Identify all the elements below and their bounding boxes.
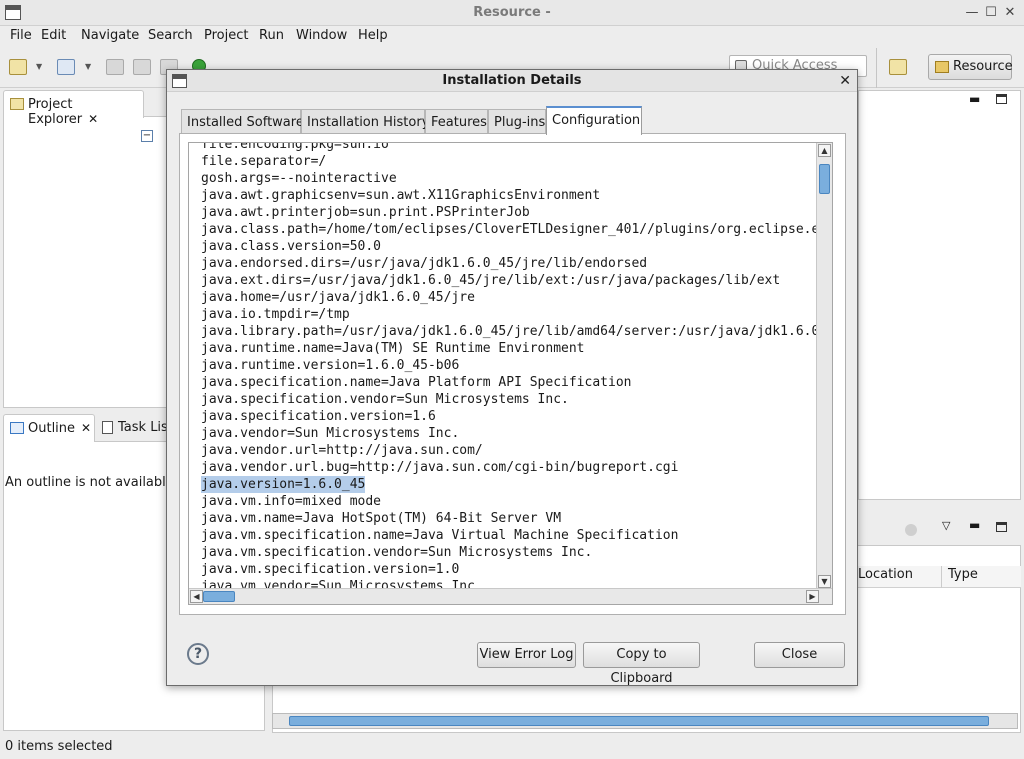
config-line: java.vm.info=mixed mode — [201, 494, 382, 509]
scroll-down-icon[interactable]: ▼ — [818, 575, 831, 588]
tab-installation-history[interactable]: Installation History — [301, 109, 429, 134]
collapse-all-icon[interactable]: − — [141, 130, 153, 142]
scroll-left-icon[interactable]: ◀ — [190, 590, 203, 603]
installation-details-dialog: Installation Details ✕ Installed Softwar… — [166, 69, 858, 686]
menu-search[interactable]: Search — [148, 28, 193, 43]
config-line: java.vm.specification.vendor=Sun Microsy… — [201, 545, 593, 560]
problems-hscrollbar[interactable] — [272, 713, 1018, 729]
tab-configuration[interactable]: Configuration — [546, 106, 642, 135]
menu-run[interactable]: Run — [259, 28, 284, 43]
help-icon[interactable]: ? — [187, 643, 209, 665]
config-line: gosh.args=--nointeractive — [201, 171, 397, 186]
config-line: java.home=/usr/java/jdk1.6.0_45/jre — [201, 290, 475, 305]
tab-task-list[interactable]: Task List — [102, 420, 173, 435]
vscroll-thumb[interactable] — [819, 164, 830, 194]
minimize-icon[interactable]: — — [963, 4, 981, 22]
config-line: java.runtime.version=1.6.0_45-b06 — [201, 358, 460, 373]
config-vscrollbar[interactable]: ▲ ▼ — [816, 143, 832, 590]
config-line: java.class.version=50.0 — [201, 239, 382, 254]
status-text: 0 items selected — [5, 739, 113, 754]
outline-icon — [10, 422, 24, 434]
minimize-view-icon[interactable]: ▬ — [969, 518, 980, 532]
column-divider — [941, 566, 942, 588]
menu-navigate[interactable]: Navigate — [81, 28, 139, 43]
close-icon[interactable]: ✕ — [1001, 4, 1019, 22]
maximize-view-icon[interactable] — [996, 522, 1007, 532]
new-dropdown-icon[interactable]: ▼ — [36, 62, 44, 78]
task-list-icon — [102, 421, 113, 434]
config-line: java.version=1.6.0_45 — [201, 476, 819, 493]
config-line: java.class.path=/home/tom/eclipses/Clove… — [201, 222, 820, 237]
maximize-view-icon[interactable] — [996, 94, 1007, 104]
hscroll-thumb[interactable] — [203, 591, 235, 602]
menu-bar: File Edit Navigate Search Project Run Wi… — [0, 26, 1024, 48]
view-menu-icon[interactable] — [905, 524, 917, 536]
config-line: java.specification.name=Java Platform AP… — [201, 375, 632, 390]
view-error-log-button[interactable]: View Error Log — [477, 642, 576, 668]
config-line: java.runtime.name=Java(TM) SE Runtime En… — [201, 341, 585, 356]
config-line: java.specification.version=1.6 — [201, 409, 436, 424]
chevron-down-icon[interactable]: ▽ — [942, 519, 950, 532]
save-all-icon[interactable] — [133, 59, 151, 75]
config-hscrollbar[interactable]: ◀ ▶ — [189, 588, 832, 604]
tab-installed-software[interactable]: Installed Software — [181, 109, 304, 134]
status-bar: 0 items selected — [0, 736, 1024, 759]
new-project-dropdown-icon[interactable]: ▼ — [85, 62, 93, 78]
config-line: java.endorsed.dirs=/usr/java/jdk1.6.0_45… — [201, 256, 648, 271]
menu-edit[interactable]: Edit — [41, 28, 66, 43]
new-icon[interactable] — [9, 59, 27, 75]
config-line: java.library.path=/usr/java/jdk1.6.0_45/… — [201, 324, 820, 339]
folder-icon — [935, 61, 949, 73]
outline-message: An outline is not available. — [5, 475, 178, 490]
toolbar-separator — [876, 48, 877, 88]
scroll-up-icon[interactable]: ▲ — [818, 144, 831, 157]
config-line: java.vendor.url=http://java.sun.com/ — [201, 443, 483, 458]
config-line: java.vm.specification.name=Java Virtual … — [201, 528, 679, 543]
new-project-icon[interactable] — [57, 59, 75, 75]
config-line: java.vendor.url.bug=http://java.sun.com/… — [201, 460, 679, 475]
close-tab-icon[interactable]: ✕ — [88, 112, 98, 126]
config-line: java.awt.printerjob=sun.print.PSPrinterJ… — [201, 205, 530, 220]
window-titlebar: Resource - — ☐ ✕ — [0, 0, 1024, 26]
config-line: java.vendor=Sun Microsystems Inc. — [201, 426, 460, 441]
menu-project[interactable]: Project — [204, 28, 248, 43]
project-explorer-icon — [10, 98, 24, 110]
selected-text: java.version=1.6.0_45 — [201, 476, 366, 493]
config-line: java.io.tmpdir=/tmp — [201, 307, 350, 322]
close-button[interactable]: Close — [754, 642, 845, 668]
maximize-icon[interactable]: ☐ — [982, 4, 1000, 22]
tab-plug-ins[interactable]: Plug-ins — [488, 109, 546, 134]
menu-file[interactable]: File — [10, 28, 32, 43]
minimize-view-icon[interactable]: ▬ — [969, 92, 980, 106]
config-line: java.vm.specification.version=1.0 — [201, 562, 460, 577]
close-tab-icon[interactable]: ✕ — [81, 421, 91, 435]
open-perspective-icon[interactable] — [889, 59, 907, 75]
tab-features[interactable]: Features — [425, 109, 488, 134]
config-line: java.vm.name=Java HotSpot(TM) 64-Bit Ser… — [201, 511, 562, 526]
config-line: file.separator=/ — [201, 154, 327, 169]
tab-project-explorer[interactable]: Project Explorer ✕ — [3, 90, 144, 127]
config-line: java.awt.graphicsenv=sun.awt.X11Graphics… — [201, 188, 601, 203]
scroll-thumb[interactable] — [289, 716, 989, 726]
perspective-resource-button[interactable]: Resource — [928, 54, 1013, 80]
window-title: Resource - — [473, 5, 551, 20]
menu-help[interactable]: Help — [358, 28, 388, 43]
column-location[interactable]: Location — [858, 567, 913, 582]
save-icon[interactable] — [106, 59, 124, 75]
config-line: java.ext.dirs=/usr/java/jdk1.6.0_45/jre/… — [201, 273, 781, 288]
dialog-titlebar: Installation Details ✕ — [167, 70, 857, 92]
column-type[interactable]: Type — [948, 567, 978, 582]
tab-outline[interactable]: Outline ✕ — [3, 414, 95, 442]
scroll-right-icon[interactable]: ▶ — [806, 590, 819, 603]
config-line: file.encoding.pkg=sun.io — [201, 142, 389, 152]
menu-window[interactable]: Window — [296, 28, 347, 43]
dialog-close-icon[interactable]: ✕ — [839, 73, 851, 89]
dialog-title: Installation Details — [442, 73, 582, 88]
config-line: java.specification.vendor=Sun Microsyste… — [201, 392, 569, 407]
configuration-lines: file.encoding.pkg=sun.io file.separator=/… — [201, 142, 820, 595]
configuration-text-area[interactable]: file.encoding.pkg=sun.io file.separator=/… — [188, 142, 833, 605]
copy-to-clipboard-button[interactable]: Copy to Clipboard — [583, 642, 700, 686]
editor-area — [858, 90, 1021, 500]
configuration-tab-body: file.encoding.pkg=sun.io file.separator=/… — [179, 133, 846, 615]
